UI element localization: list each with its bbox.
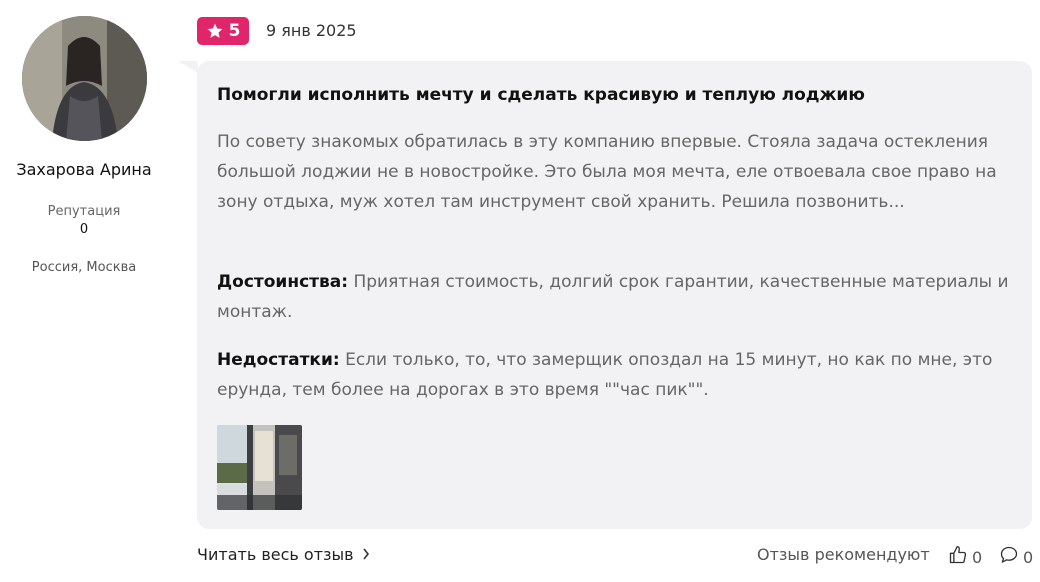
like-button[interactable]: 0 bbox=[948, 545, 982, 569]
cons-label: Недостатки: bbox=[217, 350, 340, 370]
review-card: Помогли исполнить мечту и сделать красив… bbox=[197, 61, 1032, 529]
reputation-label: Репутация bbox=[47, 204, 121, 219]
author-panel: Захарова Арина Репутация 0 Россия, Москв… bbox=[0, 0, 168, 300]
comments-count: 0 bbox=[1023, 547, 1034, 567]
review-text: По совету знакомых обратилась в эту комп… bbox=[217, 132, 997, 212]
reputation-value: 0 bbox=[79, 222, 89, 237]
chevron-right-icon bbox=[362, 545, 370, 564]
pros-label: Достоинства: bbox=[217, 272, 349, 292]
cons-section: Недостатки: Если только, то, что замерщи… bbox=[217, 345, 1017, 405]
comment-icon bbox=[999, 545, 1019, 569]
author-name[interactable]: Захарова Арина bbox=[0, 160, 168, 179]
likes-count: 0 bbox=[972, 547, 983, 567]
review-title[interactable]: Помогли исполнить мечту и сделать красив… bbox=[217, 85, 1017, 105]
rating-badge: 5 bbox=[197, 17, 249, 45]
rating-value: 5 bbox=[228, 21, 241, 41]
read-more-label: Читать весь отзыв bbox=[197, 545, 354, 564]
author-location: Россия, Москва bbox=[31, 260, 137, 275]
card-tail bbox=[178, 61, 198, 73]
avatar[interactable] bbox=[22, 16, 147, 141]
star-icon bbox=[206, 22, 224, 40]
read-full-review-link[interactable]: Читать весь отзыв bbox=[197, 545, 370, 564]
thumbs-up-icon bbox=[948, 545, 968, 569]
review-photo[interactable] bbox=[217, 425, 302, 510]
review-date: 9 янв 2025 bbox=[266, 21, 357, 40]
pros-section: Достоинства: Приятная стоимость, долгий … bbox=[217, 267, 1017, 327]
recommend-text: Отзыв рекомендуют bbox=[757, 545, 930, 564]
comments-button[interactable]: 0 bbox=[999, 545, 1033, 569]
